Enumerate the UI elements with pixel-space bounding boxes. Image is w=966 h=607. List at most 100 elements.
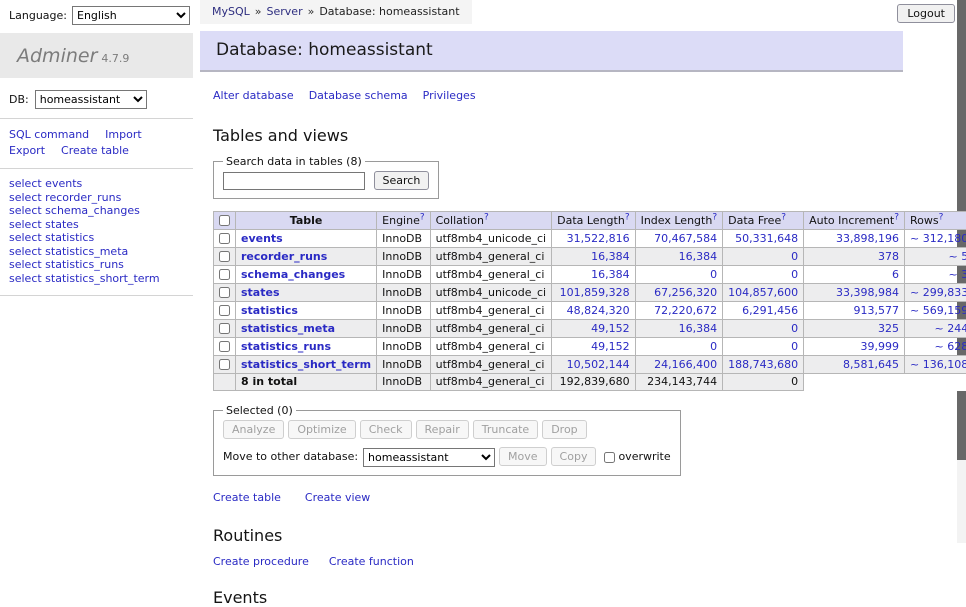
sidebar-select-recorder-runs-link[interactable]: select recorder_runs bbox=[9, 191, 121, 204]
row-checkbox-recorder-runs[interactable] bbox=[219, 251, 230, 262]
help-superscript: ? bbox=[420, 212, 425, 222]
row-checkbox-statistics-runs[interactable] bbox=[219, 341, 230, 352]
breadcrumb-separator: » bbox=[255, 5, 262, 18]
create-procedure-link[interactable]: Create procedure bbox=[213, 555, 309, 568]
db-select[interactable]: homeassistant bbox=[35, 90, 147, 109]
total-label-cell: 8 in total bbox=[236, 374, 377, 391]
breadcrumb-link-mysql[interactable]: MySQL bbox=[212, 5, 250, 18]
search-button[interactable]: Search bbox=[374, 171, 430, 190]
help-superscript: ? bbox=[894, 212, 899, 222]
move-database-select[interactable]: homeassistant bbox=[363, 448, 495, 467]
sidebar-select-statistics-runs-link[interactable]: select statistics_runs bbox=[9, 258, 124, 271]
total-engine-cell: InnoDB bbox=[377, 374, 430, 391]
select-all-checkbox[interactable] bbox=[219, 215, 230, 226]
data-length-cell: 101,859,328 bbox=[552, 284, 635, 302]
move-label: Move to other database: bbox=[223, 450, 358, 463]
table-link-statistics-short-term[interactable]: statistics_short_term bbox=[241, 358, 371, 371]
app-brand: Adminer4.7.9 bbox=[0, 33, 193, 78]
data-free-cell: 6,291,456 bbox=[723, 302, 804, 320]
copy-button[interactable]: Copy bbox=[551, 447, 597, 466]
sidebar-link-import[interactable]: Import bbox=[105, 128, 142, 141]
sidebar-link-export[interactable]: Export bbox=[9, 144, 45, 157]
table-link-states[interactable]: states bbox=[241, 286, 280, 299]
sidebar-select-events-link[interactable]: select events bbox=[9, 177, 82, 190]
table-row-statistics-short-term: statistics_short_termInnoDButf8mb4_gener… bbox=[214, 356, 966, 374]
row-checkbox-statistics-meta[interactable] bbox=[219, 323, 230, 334]
row-checkbox-statistics[interactable] bbox=[219, 305, 230, 316]
move-button[interactable]: Move bbox=[499, 447, 547, 466]
sidebar-select-states-link[interactable]: select states bbox=[9, 218, 79, 231]
breadcrumb-separator: » bbox=[308, 5, 315, 18]
row-checkbox-statistics-short-term[interactable] bbox=[219, 359, 230, 370]
help-link-data-free[interactable]: ? bbox=[781, 212, 786, 222]
selected-fieldset: Selected (0) AnalyzeOptimize CheckRepairT… bbox=[213, 404, 681, 476]
table-name-cell: statistics_meta bbox=[236, 320, 377, 338]
alter-database-link[interactable]: Alter database bbox=[213, 89, 294, 102]
row-checkbox-cell bbox=[214, 266, 236, 284]
table-link-statistics-meta[interactable]: statistics_meta bbox=[241, 322, 335, 335]
selected-legend: Selected (0) bbox=[223, 404, 296, 417]
sidebar-link-create-table[interactable]: Create table bbox=[61, 144, 129, 157]
overwrite-label: overwrite bbox=[618, 450, 670, 463]
engine-cell: InnoDB bbox=[377, 320, 430, 338]
breadcrumb-link-server[interactable]: Server bbox=[267, 5, 303, 18]
check-button[interactable]: Check bbox=[360, 420, 412, 439]
truncate-button[interactable]: Truncate bbox=[473, 420, 538, 439]
table-name-cell: events bbox=[236, 230, 377, 248]
table-name-cell: statistics bbox=[236, 302, 377, 320]
breadcrumb-current: Database: homeassistant bbox=[319, 5, 459, 18]
column-header-data-length: Data Length? bbox=[552, 212, 635, 230]
row-checkbox-events[interactable] bbox=[219, 233, 230, 244]
help-link-engine[interactable]: ? bbox=[420, 212, 425, 222]
table-link-events[interactable]: events bbox=[241, 232, 283, 245]
collation-cell: utf8mb4_general_ci bbox=[430, 248, 551, 266]
table-link-recorder-runs[interactable]: recorder_runs bbox=[241, 250, 327, 263]
total-collation-cell: utf8mb4_general_ci bbox=[430, 374, 551, 391]
routine-links-row: Create procedure Create function bbox=[213, 555, 957, 568]
database-schema-link[interactable]: Database schema bbox=[309, 89, 408, 102]
analyze-button[interactable]: Analyze bbox=[223, 420, 284, 439]
language-select[interactable]: English bbox=[72, 6, 190, 25]
table-name-cell: statistics_short_term bbox=[236, 356, 377, 374]
column-header-index-length: Index Length? bbox=[635, 212, 723, 230]
sidebar-select-statistics-short-term-link[interactable]: select statistics_short_term bbox=[9, 272, 160, 285]
repair-button[interactable]: Repair bbox=[416, 420, 469, 439]
collation-cell: utf8mb4_unicode_ci bbox=[430, 284, 551, 302]
engine-cell: InnoDB bbox=[377, 230, 430, 248]
search-input[interactable] bbox=[223, 172, 365, 190]
help-link-rows[interactable]: ? bbox=[939, 212, 944, 222]
help-link-collation[interactable]: ? bbox=[484, 212, 489, 222]
create-table-link[interactable]: Create table bbox=[213, 491, 281, 504]
engine-cell: InnoDB bbox=[377, 356, 430, 374]
sidebar-select-schema-changes-link[interactable]: select schema_changes bbox=[9, 204, 140, 217]
create-view-link[interactable]: Create view bbox=[305, 491, 370, 504]
table-row-recorder-runs: recorder_runsInnoDButf8mb4_general_ci16,… bbox=[214, 248, 966, 266]
table-link-schema-changes[interactable]: schema_changes bbox=[241, 268, 345, 281]
help-link-data-length[interactable]: ? bbox=[625, 212, 630, 222]
help-link-auto-increment[interactable]: ? bbox=[894, 212, 899, 222]
table-link-statistics-runs[interactable]: statistics_runs bbox=[241, 340, 331, 353]
create-function-link[interactable]: Create function bbox=[329, 555, 414, 568]
sidebar-link-sql-command[interactable]: SQL command bbox=[9, 128, 89, 141]
index-length-cell: 72,220,672 bbox=[635, 302, 723, 320]
auto-increment-cell: 8,581,645 bbox=[804, 356, 905, 374]
db-label: DB: bbox=[9, 93, 29, 106]
sidebar-select-statistics-meta-link[interactable]: select statistics_meta bbox=[9, 245, 128, 258]
table-link-statistics[interactable]: statistics bbox=[241, 304, 298, 317]
auto-increment-cell: 33,898,196 bbox=[804, 230, 905, 248]
row-checkbox-cell bbox=[214, 302, 236, 320]
sidebar-select-statistics-link[interactable]: select statistics bbox=[9, 231, 94, 244]
drop-button[interactable]: Drop bbox=[542, 420, 586, 439]
row-checkbox-states[interactable] bbox=[219, 287, 230, 298]
column-header-table: Table bbox=[236, 212, 377, 230]
help-superscript: ? bbox=[484, 212, 489, 222]
privileges-link[interactable]: Privileges bbox=[423, 89, 476, 102]
index-length-cell: 0 bbox=[635, 338, 723, 356]
optimize-button[interactable]: Optimize bbox=[288, 420, 355, 439]
help-link-index-length[interactable]: ? bbox=[712, 212, 717, 222]
overwrite-checkbox[interactable] bbox=[604, 452, 615, 463]
row-checkbox-schema-changes[interactable] bbox=[219, 269, 230, 280]
column-header-data-free: Data Free? bbox=[723, 212, 804, 230]
data-free-cell: 0 bbox=[723, 338, 804, 356]
data-length-cell: 16,384 bbox=[552, 266, 635, 284]
